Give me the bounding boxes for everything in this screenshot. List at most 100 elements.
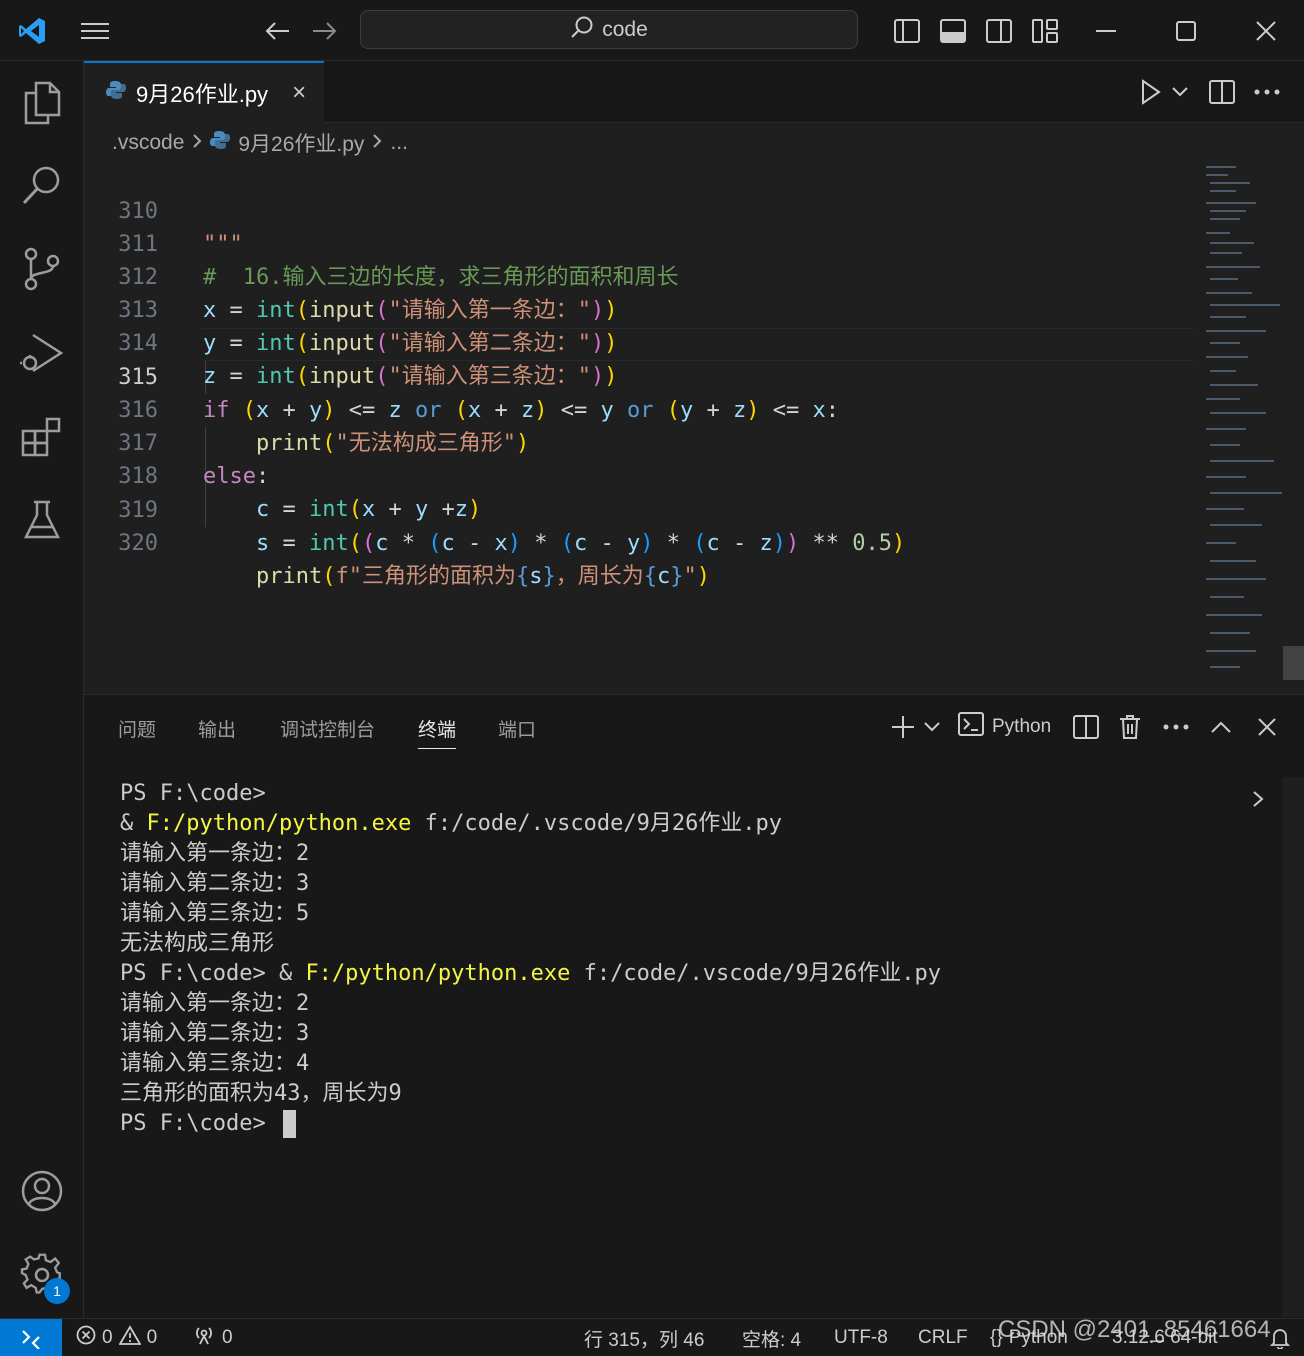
chevron-down-icon[interactable] xyxy=(920,709,944,745)
code-line: 312 x = int(input("请输入第一条边：")) xyxy=(84,228,1194,323)
terminal-prompt-line: PS F:\code> xyxy=(120,1109,941,1139)
remote-icon xyxy=(22,1330,40,1349)
terminal-cursor xyxy=(282,1110,296,1138)
python-file-icon xyxy=(106,80,126,106)
code-line: 310 """ xyxy=(84,162,1194,257)
terminal-line: 三角形的面积为43，周长为9 xyxy=(120,1081,402,1106)
ports-status[interactable]: 0 xyxy=(192,1319,233,1356)
error-icon xyxy=(76,1325,96,1351)
code-line: 313 y = int(input("请输入第二条边：")) xyxy=(84,261,1194,356)
minimize-icon[interactable] xyxy=(1084,0,1128,61)
tab-ports[interactable]: 端口 xyxy=(498,715,536,742)
extensions-icon[interactable] xyxy=(0,397,84,477)
close-window-icon[interactable] xyxy=(1244,0,1288,61)
terminal-line: & F:/python/python.exe f:/code/.vscode/9… xyxy=(120,811,783,836)
chevron-right-icon[interactable] xyxy=(1246,781,1270,817)
run-python-file-icon[interactable] xyxy=(1136,61,1166,123)
code-line: 314 z = int(input("请输入第三条边：")) xyxy=(84,294,1194,389)
testing-icon[interactable] xyxy=(0,481,84,561)
accounts-icon[interactable] xyxy=(0,1151,84,1231)
problems-status[interactable]: 0 0 xyxy=(76,1319,157,1356)
split-editor-icon[interactable] xyxy=(1206,61,1238,123)
terminal-line: 无法构成三角形 xyxy=(120,931,275,956)
terminal-line: 请输入第二条边：3 xyxy=(120,871,310,896)
fstring-part: " xyxy=(683,564,697,589)
terminal-line: 请输入第三条边：4 xyxy=(120,1051,310,1076)
title-bar: code xyxy=(0,0,1304,61)
tab-output[interactable]: 输出 xyxy=(198,715,236,742)
indentation-status[interactable]: 空格: 4 xyxy=(742,1319,801,1356)
code-line: 318 c = int(x + y +z) xyxy=(84,427,1194,522)
shell-label: Python xyxy=(992,716,1052,737)
fstring-part: ，周长为 xyxy=(555,564,644,589)
split-terminal-icon[interactable] xyxy=(1070,709,1102,745)
settings-gear-icon[interactable] xyxy=(0,1235,84,1315)
terminal-line: 请输入第二条边：3 xyxy=(120,1021,310,1046)
vscode-logo-icon xyxy=(12,0,52,61)
bottom-panel: 问题 输出 调试控制台 终端 端口 Python PS F:\code> & F… xyxy=(84,694,1304,1318)
error-count: 0 xyxy=(102,1327,113,1348)
new-terminal-icon[interactable] xyxy=(888,709,918,745)
maximize-panel-icon[interactable] xyxy=(1206,709,1236,745)
terminal-line: 请输入第一条边：2 xyxy=(120,841,310,866)
explorer-icon[interactable] xyxy=(0,63,84,143)
chevron-down-icon[interactable] xyxy=(1168,61,1192,123)
tab-filename: 9月26作业.py xyxy=(136,82,269,107)
tab-debug-console[interactable]: 调试控制台 xyxy=(280,715,375,742)
more-actions-icon[interactable] xyxy=(1250,61,1284,123)
watermark: CSDN @2401_85461664 xyxy=(998,1316,1271,1343)
warning-count: 0 xyxy=(146,1327,158,1348)
forward-arrow-icon[interactable] xyxy=(306,0,342,61)
run-debug-icon[interactable] xyxy=(0,313,84,393)
editor-scrollbar[interactable] xyxy=(1282,162,1304,694)
remote-indicator[interactable] xyxy=(0,1319,62,1356)
chevron-right-icon xyxy=(372,131,382,155)
notifications-bell-icon[interactable] xyxy=(1270,1319,1290,1356)
menu-icon[interactable] xyxy=(74,0,116,61)
toggle-panel-icon[interactable] xyxy=(936,0,970,61)
tab-active-file[interactable]: 9月26作业.py × xyxy=(84,61,324,123)
activity-bar xyxy=(0,61,84,1318)
breadcrumb-file[interactable]: 9月26作业.py xyxy=(238,128,364,158)
maximize-icon[interactable] xyxy=(1164,0,1208,61)
settings-update-badge: 1 xyxy=(44,1278,70,1304)
back-arrow-icon[interactable] xyxy=(260,0,296,61)
fstring-part: f"三角形的面积为 xyxy=(335,564,516,589)
ports-count: 0 xyxy=(222,1327,233,1348)
search-icon xyxy=(570,15,594,45)
python-file-icon xyxy=(210,130,231,156)
close-panel-icon[interactable] xyxy=(1252,709,1282,745)
eol-status[interactable]: CRLF xyxy=(918,1319,968,1356)
cursor-position[interactable]: 行 315，列 46 xyxy=(584,1319,704,1356)
terminal-shell-selector[interactable]: Python xyxy=(958,709,1051,745)
terminal-line: PS F:\code> xyxy=(120,781,266,806)
encoding-status[interactable]: UTF-8 xyxy=(834,1319,888,1356)
more-actions-icon[interactable] xyxy=(1160,709,1192,745)
tab-problems[interactable]: 问题 xyxy=(118,715,156,742)
code-line: 317 else: xyxy=(84,394,1194,489)
terminal-scrollbar[interactable] xyxy=(1282,777,1304,1317)
close-tab-icon[interactable]: × xyxy=(292,79,306,107)
toggle-sidebar-icon[interactable] xyxy=(890,0,924,61)
command-center-search[interactable]: code xyxy=(360,10,858,49)
code-editor[interactable]: 310 """ 311 # 16.输入三边的长度，求三角形的面积和周长 312 … xyxy=(84,162,1304,694)
editor-scrollbar-thumb[interactable] xyxy=(1283,646,1304,680)
customize-layout-icon[interactable] xyxy=(1028,0,1062,61)
search-icon[interactable] xyxy=(0,145,84,225)
trash-icon[interactable] xyxy=(1114,709,1146,745)
code-line: 319 s = int((c * (c - x) * (c - y) * (c … xyxy=(84,461,1194,556)
code-line: 311 # 16.输入三边的长度，求三角形的面积和周长 xyxy=(84,195,1194,290)
code-line: 316 print("无法构成三角形") xyxy=(84,361,1194,456)
terminal-line: 请输入第一条边：2 xyxy=(120,991,310,1016)
editor-tab-bar: 9月26作业.py × xyxy=(84,61,1304,123)
breadcrumb-symbols[interactable]: ... xyxy=(390,131,408,155)
warning-icon xyxy=(118,1325,142,1351)
code-line: 315 if (x + y) <= z or (x + z) <= y or (… xyxy=(84,328,1194,423)
terminal-output[interactable]: PS F:\code> & F:/python/python.exe f:/co… xyxy=(120,779,941,1139)
toggle-secondary-sidebar-icon[interactable] xyxy=(982,0,1016,61)
broadcast-icon xyxy=(192,1325,216,1351)
breadcrumb-folder[interactable]: .vscode xyxy=(112,131,184,155)
minimap[interactable] xyxy=(1202,162,1288,682)
tab-terminal[interactable]: 终端 xyxy=(418,715,457,749)
source-control-icon[interactable] xyxy=(0,229,84,309)
